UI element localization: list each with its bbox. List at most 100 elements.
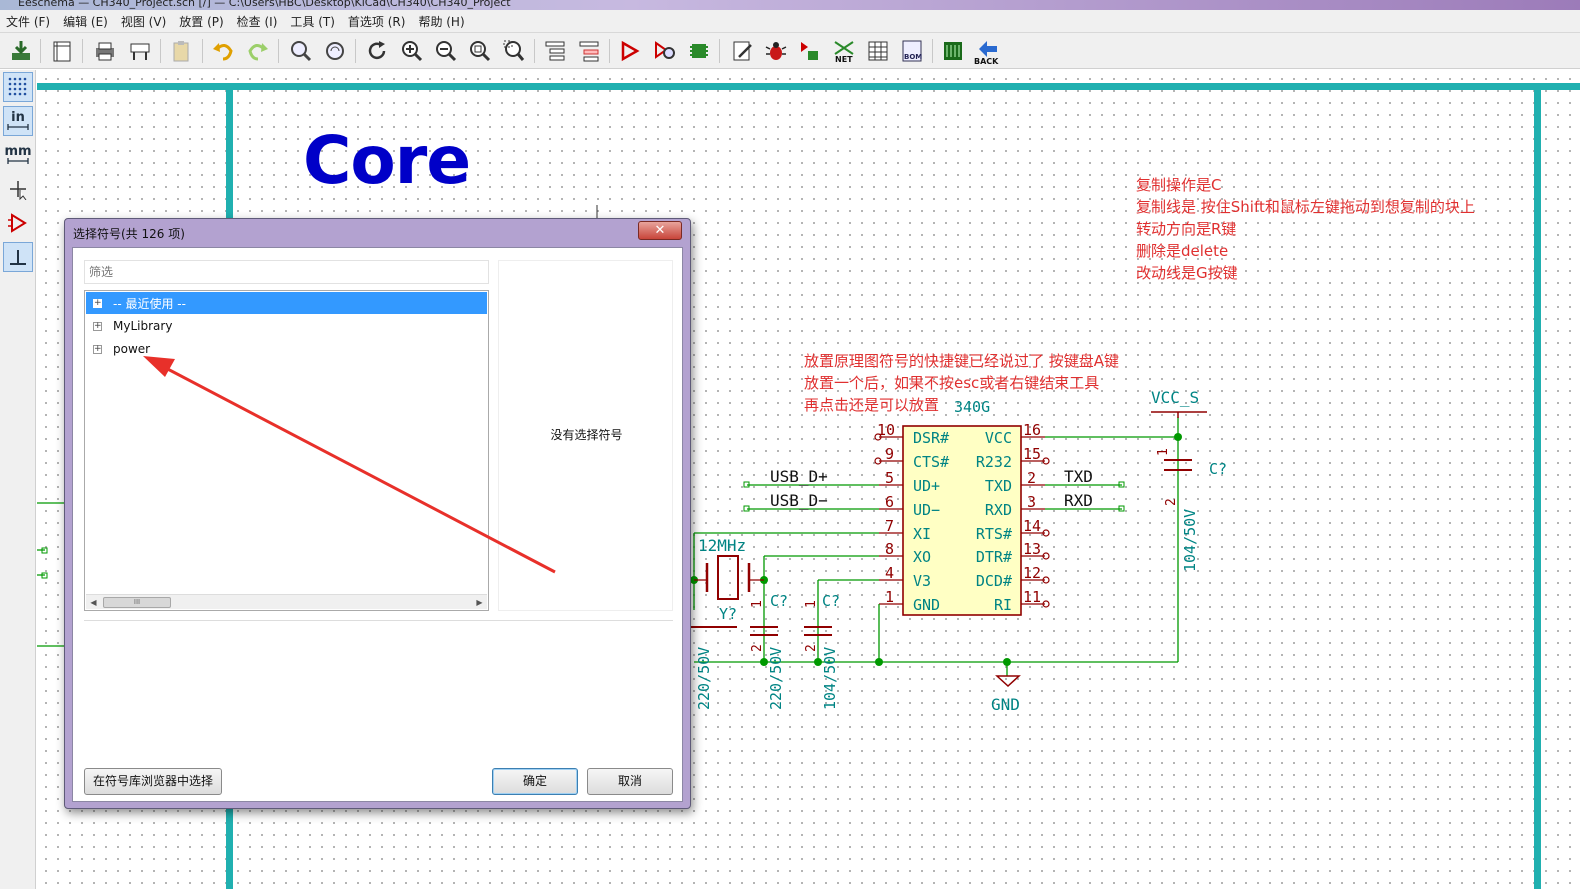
horizontal-scrollbar[interactable]: ◀ III ▶ — [86, 594, 487, 609]
pin-name: RTS# — [976, 525, 1012, 543]
menu-view[interactable]: 视图 (V) — [121, 13, 166, 30]
print-icon[interactable] — [90, 36, 120, 66]
pin-num: 5 — [885, 469, 894, 487]
line-45-icon[interactable] — [3, 242, 33, 272]
pin-num: 6 — [885, 493, 894, 511]
net-label: USB_D+ — [770, 467, 828, 486]
scroll-left-icon[interactable]: ◀ — [86, 595, 101, 610]
menu-inspect[interactable]: 检查 (I) — [237, 13, 278, 30]
tree-item-recent[interactable]: + -- 最近使用 -- — [86, 292, 487, 314]
hierarchy-icon[interactable] — [540, 36, 570, 66]
fields-table-icon[interactable] — [863, 36, 893, 66]
symbol-description — [84, 620, 673, 758]
cursor-shape-icon[interactable] — [3, 174, 33, 204]
cap-value: 220/50V — [767, 647, 785, 710]
bom-icon[interactable]: BOM — [897, 36, 927, 66]
redo-icon[interactable] — [243, 36, 273, 66]
netlist-label: NET — [835, 55, 853, 63]
symbol-library-tree[interactable]: + -- 最近使用 -- + MyLibrary + power ◀ III ▶ — [84, 290, 489, 611]
pin-num: 9 — [885, 445, 894, 463]
bom-label: BOM — [904, 53, 922, 61]
ic-ref: 340G — [954, 398, 990, 416]
menu-file[interactable]: 文件 (F) — [6, 13, 50, 30]
window-title: Eeschema — CH340_Project.sch [/] — C:\Us… — [18, 0, 511, 9]
find-icon[interactable] — [286, 36, 316, 66]
plot-icon[interactable] — [125, 36, 155, 66]
page-settings-icon[interactable] — [47, 36, 77, 66]
cap-ref: C? — [822, 592, 840, 610]
window-title-bar: Eeschema — CH340_Project.sch [/] — C:\Us… — [0, 0, 1580, 10]
library-editor-icon[interactable] — [615, 36, 645, 66]
pin-num: 7 — [885, 517, 894, 535]
erc-icon[interactable] — [761, 36, 791, 66]
pin-name: XI — [913, 525, 931, 543]
pin-name: GND — [913, 596, 940, 614]
zoom-fit-icon[interactable] — [465, 36, 495, 66]
ok-button[interactable]: 确定 — [492, 768, 578, 795]
pin-num: 15 — [1023, 445, 1041, 463]
tree-item-power[interactable]: + power — [86, 338, 487, 360]
find-replace-icon[interactable] — [320, 36, 350, 66]
menu-preferences[interactable]: 首选项 (R) — [348, 13, 406, 30]
zoom-in-icon[interactable] — [397, 36, 427, 66]
pin-name: CTS# — [913, 453, 949, 471]
menu-place[interactable]: 放置 (P) — [179, 13, 223, 30]
pin-name: RI — [994, 596, 1012, 614]
back-annotate-icon[interactable]: BACK — [972, 36, 1002, 66]
left-toolbar: in mm — [0, 70, 36, 889]
zoom-out-icon[interactable] — [431, 36, 461, 66]
pin-num: 3 — [1027, 493, 1036, 511]
expand-icon[interactable]: + — [93, 344, 102, 354]
pin-name: XO — [913, 548, 931, 566]
main-toolbar: NET BOM BACK — [0, 33, 1580, 69]
pin-name: DCD# — [976, 572, 1012, 590]
units-mm-button[interactable]: mm — [3, 140, 33, 170]
expand-icon[interactable]: + — [93, 298, 102, 308]
tree-item-label: power — [113, 342, 151, 356]
symbol-preview: 没有选择符号 — [498, 260, 673, 611]
annotate-icon[interactable] — [727, 36, 757, 66]
cap-pin: 2 — [804, 644, 819, 652]
filter-input[interactable] — [84, 260, 489, 284]
close-icon[interactable]: ✕ — [638, 221, 682, 240]
scroll-right-icon[interactable]: ▶ — [472, 595, 487, 610]
menu-edit[interactable]: 编辑 (E) — [63, 13, 108, 30]
grid-toggle-icon[interactable] — [3, 72, 33, 102]
scrollbar-thumb[interactable]: III — [103, 597, 171, 608]
save-icon[interactable] — [6, 36, 36, 66]
menu-help[interactable]: 帮助 (H) — [418, 13, 464, 30]
units-mm-label: mm — [4, 144, 32, 159]
crystal-value: 12MHz — [698, 536, 746, 555]
net-label: RXD — [1064, 491, 1093, 510]
dialog-title: 选择符号(共 126 项) — [73, 227, 185, 241]
library-browser-icon[interactable] — [650, 36, 680, 66]
cap-value: 220/50V — [695, 647, 713, 710]
cancel-button[interactable]: 取消 — [587, 768, 673, 795]
leave-sheet-icon[interactable] — [574, 36, 604, 66]
paste-icon[interactable] — [166, 36, 196, 66]
footprint-editor-icon[interactable] — [684, 36, 714, 66]
hidden-pins-icon[interactable] — [3, 208, 33, 238]
undo-icon[interactable] — [208, 36, 238, 66]
pcbnew-icon[interactable] — [938, 36, 968, 66]
tree-item-mylibrary[interactable]: + MyLibrary — [86, 315, 487, 337]
browse-library-button[interactable]: 在符号库浏览器中选择 — [84, 768, 222, 795]
pin-name: UD+ — [913, 477, 940, 495]
zoom-selection-icon[interactable] — [499, 36, 529, 66]
pin-num: 13 — [1023, 540, 1041, 558]
refresh-icon[interactable] — [362, 36, 392, 66]
cap-ref: C? — [770, 592, 788, 610]
expand-icon[interactable]: + — [93, 321, 102, 331]
cap-value: 104/50V — [821, 647, 839, 710]
cap-pin: 1 — [750, 600, 765, 608]
tree-item-label: -- 最近使用 -- — [113, 296, 186, 311]
units-inch-button[interactable]: in — [3, 106, 33, 136]
gnd-label: GND — [991, 695, 1020, 714]
gnd-symbol — [995, 675, 1021, 688]
pin-name: V3 — [913, 572, 931, 590]
vcc-label: VCC_S — [1151, 388, 1199, 407]
netlist-icon[interactable]: NET — [829, 36, 859, 66]
menu-tools[interactable]: 工具 (T) — [290, 13, 335, 30]
pin-name: R232 — [976, 453, 1012, 471]
assign-footprints-icon[interactable] — [795, 36, 825, 66]
